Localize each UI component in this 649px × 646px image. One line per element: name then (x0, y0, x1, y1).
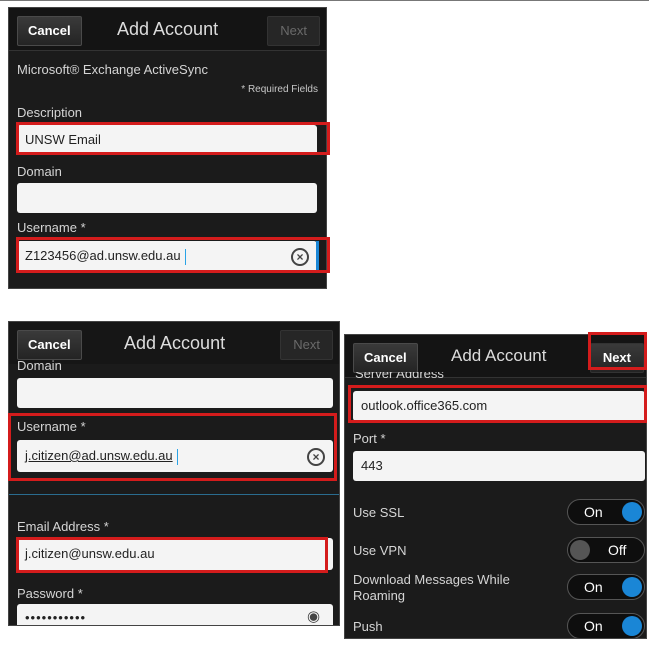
use-vpn-label: Use VPN (353, 543, 407, 558)
highlight-server-address (348, 385, 647, 423)
page-title: Add Account (124, 333, 226, 353)
toggle-state: Off (608, 542, 627, 558)
highlight-username (8, 413, 337, 481)
top-divider (0, 0, 649, 1)
toggle-knob (622, 616, 642, 636)
page-title: Add Account (117, 19, 219, 39)
domain-field[interactable] (17, 183, 317, 213)
panel-add-account-step3: Cancel Add Account Next Server Address o… (344, 334, 647, 639)
use-vpn-toggle[interactable]: Off (567, 537, 645, 563)
cancel-button[interactable]: Cancel (17, 330, 82, 360)
domain-field[interactable] (17, 378, 333, 408)
header-bar: Cancel Add Account Next (9, 8, 326, 51)
highlight-email (16, 537, 328, 573)
description-label: Description (17, 105, 83, 120)
use-ssl-toggle[interactable]: On (567, 499, 645, 525)
domain-label: Domain (17, 164, 62, 179)
email-label: Email Address * (17, 519, 109, 534)
cancel-button[interactable]: Cancel (17, 16, 82, 46)
next-button[interactable]: Next (267, 16, 320, 46)
server-address-label: Server Address (355, 372, 444, 380)
required-fields-note: * Required Fields (241, 84, 318, 95)
port-field[interactable]: 443 (353, 451, 645, 481)
toggle-knob (622, 577, 642, 597)
download-roaming-label: Download Messages While Roaming (353, 572, 510, 603)
port-label: Port * (353, 431, 386, 446)
domain-label: Domain (17, 358, 62, 373)
highlight-description (16, 122, 330, 155)
show-password-icon[interactable]: ◉ (307, 607, 320, 625)
next-button[interactable]: Next (280, 330, 333, 360)
highlight-username (16, 237, 330, 273)
push-toggle[interactable]: On (567, 613, 645, 638)
toggle-state: On (584, 579, 603, 595)
highlight-next (588, 332, 647, 370)
push-label: Push (353, 619, 383, 634)
section-divider (9, 494, 339, 495)
page-title: Add Account (451, 346, 547, 365)
username-label: Username * (17, 220, 86, 235)
toggle-state: On (584, 618, 603, 634)
password-label: Password * (17, 586, 83, 601)
use-ssl-label: Use SSL (353, 505, 405, 520)
toggle-knob (622, 502, 642, 522)
toggle-state: On (584, 504, 603, 520)
account-type-label: Microsoft® Exchange ActiveSync (17, 62, 208, 77)
download-roaming-toggle[interactable]: On (567, 574, 645, 600)
toggle-knob (570, 540, 590, 560)
password-field[interactable]: ••••••••••• (17, 604, 333, 625)
cancel-button[interactable]: Cancel (353, 343, 418, 373)
